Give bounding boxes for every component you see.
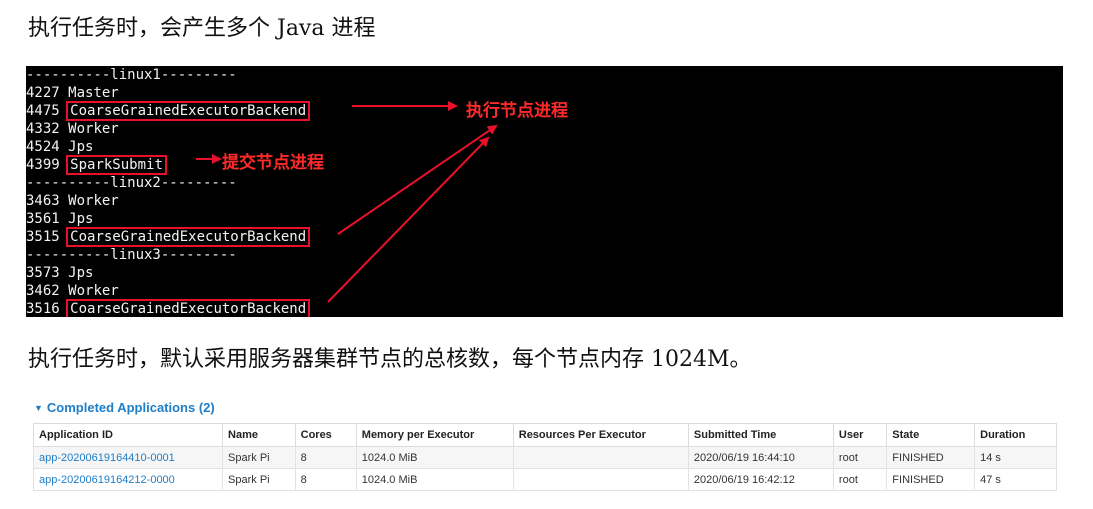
column-header[interactable]: Duration — [974, 423, 1057, 447]
table-cell: 8 — [294, 468, 357, 491]
table-cell: FINISHED — [886, 468, 976, 491]
application-id-link[interactable]: app-20200619164410-0001 — [39, 452, 175, 464]
arrow-executor-linux2 — [337, 124, 498, 235]
caret-down-icon: ▼ — [34, 403, 43, 413]
table-cell: 14 s — [974, 446, 1057, 469]
column-header[interactable]: Application ID — [32, 423, 224, 447]
completed-applications-toggle[interactable]: ▼ Completed Applications (2) — [34, 400, 215, 415]
table-row: app-20200619164212-0000 Spark Pi 8 1024.0 M… — [32, 468, 1057, 491]
table-cell: Spark Pi — [222, 468, 296, 491]
column-header[interactable]: User — [832, 423, 888, 447]
heading-java-processes: 执行任务时，会产生多个 Java 进程 — [28, 16, 376, 41]
table-cell: root — [832, 468, 888, 491]
application-id-link[interactable]: app-20200619164212-0000 — [39, 474, 175, 486]
terminal-output: ----------linux1--------- 4227 Master 4475… — [26, 66, 1063, 317]
column-header[interactable]: Name — [222, 423, 296, 447]
table-cell: 2020/06/19 16:44:10 — [687, 446, 834, 469]
column-header[interactable]: Cores — [294, 423, 357, 447]
table-cell: FINISHED — [886, 446, 976, 469]
table-row: app-20200619164410-0001 Spark Pi 8 1024.0 M… — [32, 446, 1057, 469]
table-cell: 1024.0 MiB — [355, 446, 514, 469]
heading-default-cores: 执行任务时，默认采用服务器集群节点的总核数，每个节点内存 1024M。 — [28, 347, 752, 372]
table-cell: app-20200619164212-0000 — [32, 468, 224, 491]
table-cell: app-20200619164410-0001 — [32, 446, 224, 469]
callout-submit-node: 提交节点进程 — [222, 153, 324, 173]
column-header[interactable]: State — [886, 423, 976, 447]
column-header[interactable]: Resources Per Executor — [512, 423, 689, 447]
table-cell: Spark Pi — [222, 446, 296, 469]
table-cell: 2020/06/19 16:42:12 — [687, 468, 834, 491]
table-cell: 8 — [294, 446, 357, 469]
column-header[interactable]: Memory per Executor — [355, 423, 514, 447]
column-header[interactable]: Submitted Time — [687, 423, 834, 447]
table-cell: 47 s — [974, 468, 1057, 491]
table-cell — [512, 446, 689, 469]
completed-applications-table: Application ID Name Cores Memory per Execut… — [32, 423, 1057, 491]
table-cell: root — [832, 446, 888, 469]
arrow-executor-linux3 — [327, 136, 490, 303]
completed-applications-title: Completed Applications (2) — [46, 400, 215, 415]
table-cell: 1024.0 MiB — [355, 468, 514, 491]
callout-executor-node: 执行节点进程 — [466, 101, 568, 121]
table-cell — [512, 468, 689, 491]
